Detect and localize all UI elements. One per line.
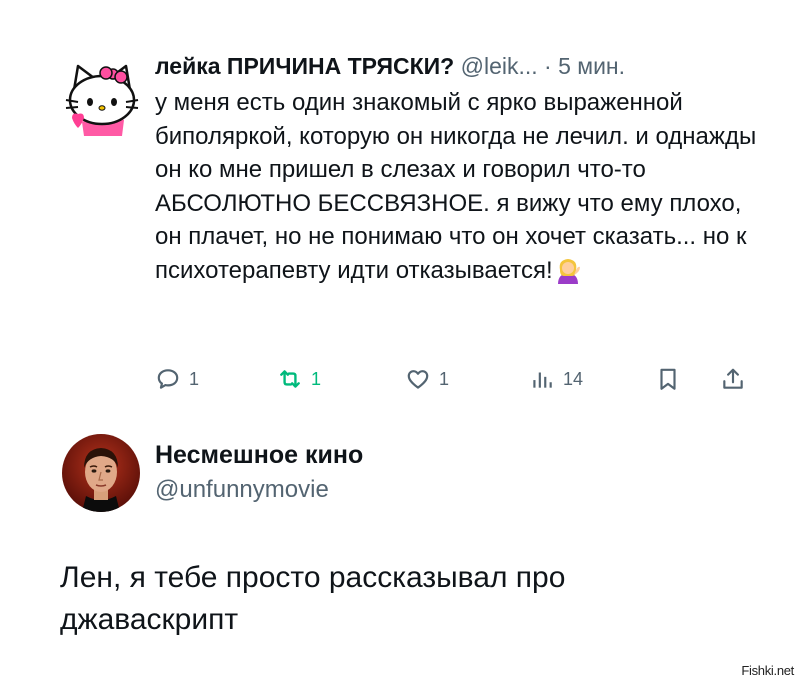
- like-count: 1: [439, 368, 450, 389]
- reply-header: лейка ПРИЧИНА ТРЯСКИ? @leik... · 5 мин.: [155, 52, 625, 80]
- bookmark-button[interactable]: [655, 364, 681, 394]
- views-count: 14: [563, 368, 584, 389]
- main-handle[interactable]: @unfunnymovie: [155, 476, 329, 504]
- share-button[interactable]: [720, 364, 746, 394]
- reply-text-body: у меня есть один знакомый с ярко выражен…: [155, 89, 757, 284]
- reply-count: 1: [189, 368, 200, 389]
- views-button[interactable]: 14: [529, 364, 583, 394]
- woman-tipping-hand-emoji-icon: [557, 258, 580, 284]
- reply-button[interactable]: 1: [155, 364, 199, 394]
- like-button[interactable]: 1: [405, 364, 449, 394]
- retweet-count: 1: [311, 368, 322, 389]
- heart-icon: [407, 370, 429, 389]
- man-portrait-avatar-icon: [62, 434, 140, 512]
- reply-author-name[interactable]: лейка ПРИЧИНА ТРЯСКИ?: [155, 53, 454, 79]
- main-avatar[interactable]: [62, 434, 140, 512]
- share-icon: [723, 368, 743, 389]
- retweet-button[interactable]: 1: [277, 364, 321, 394]
- comment-icon: [157, 369, 179, 389]
- main-author-name[interactable]: Несмешное кино: [155, 441, 363, 470]
- reply-avatar[interactable]: [64, 60, 140, 136]
- watermark: Fishki.net: [741, 663, 794, 678]
- separator-dot: ·: [544, 53, 552, 79]
- hello-kitty-avatar-icon: [65, 64, 139, 136]
- bookmark-icon: [660, 368, 676, 390]
- analytics-icon: [533, 372, 552, 388]
- main-tweet-text: Лен, я тебе просто рассказывал про джава…: [60, 561, 566, 636]
- retweet-icon: [280, 370, 300, 388]
- reply-action-bar: 1 1 1 14: [155, 364, 755, 394]
- screenshot-page: лейка ПРИЧИНА ТРЯСКИ? @leik... · 5 мин. …: [0, 0, 800, 680]
- reply-handle[interactable]: @leik...: [461, 53, 538, 79]
- reply-text: у меня есть один знакомый с ярко выражен…: [155, 86, 765, 288]
- reply-timestamp[interactable]: 5 мин.: [558, 53, 625, 79]
